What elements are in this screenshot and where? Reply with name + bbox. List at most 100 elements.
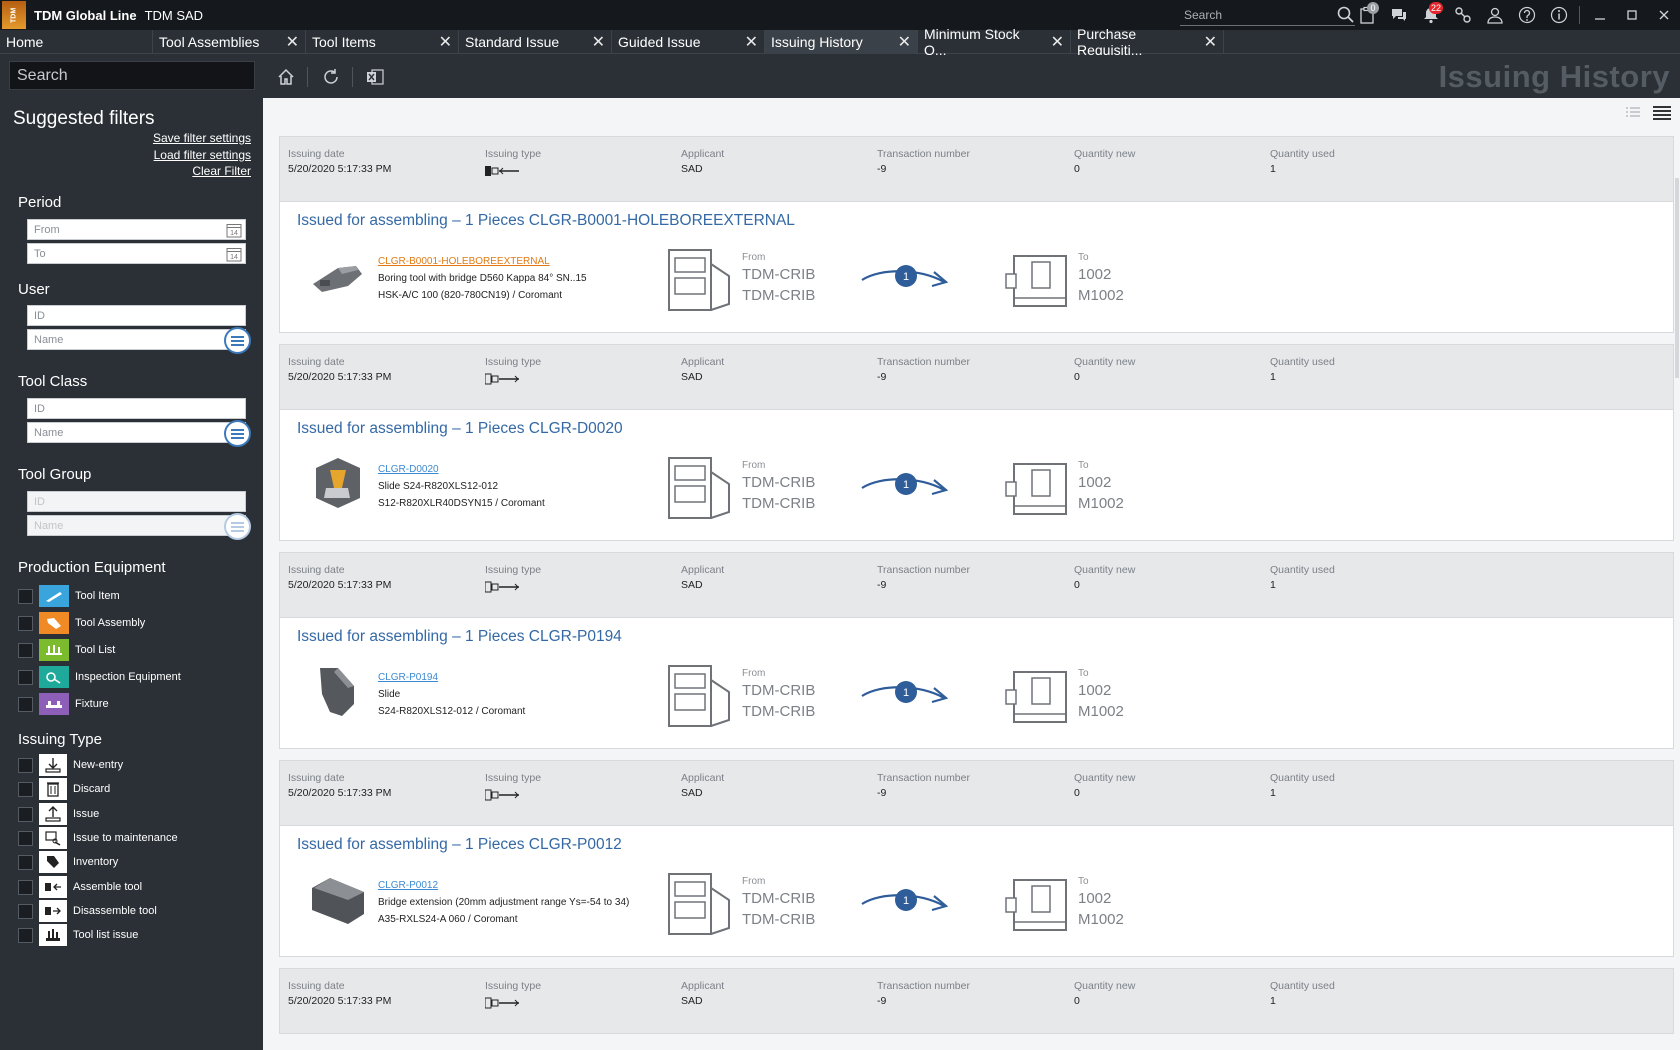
filter-issue-maintenance[interactable]: Issue to maintenance: [18, 827, 178, 849]
tool-id-link[interactable]: CLGR-P0194: [378, 672, 438, 683]
user-id-input[interactable]: [28, 306, 245, 325]
checkbox[interactable]: [18, 615, 33, 631]
checkbox[interactable]: [18, 854, 33, 870]
user-icon[interactable]: [1479, 0, 1511, 30]
maximize-icon[interactable]: [1616, 0, 1648, 30]
history-record[interactable]: Issuing date 5/20/2020 5:17:33 PM Issuing…: [279, 344, 1674, 541]
history-record[interactable]: Issuing date 5/20/2020 5:17:33 PM Issuing…: [279, 760, 1674, 957]
period-to-input[interactable]: [28, 244, 245, 263]
close-tab-icon[interactable]: ✕: [439, 32, 452, 52]
filter-fixture[interactable]: Fixture: [18, 693, 109, 715]
period-from-field[interactable]: 14: [27, 219, 246, 240]
filter-tool-item[interactable]: Tool Item: [18, 585, 120, 607]
clear-filter-link[interactable]: Clear Filter: [192, 164, 251, 178]
module-search-input[interactable]: [10, 62, 254, 89]
info-icon[interactable]: [1543, 0, 1575, 30]
period-to-field[interactable]: 14: [27, 243, 246, 264]
tab-purchase-requisition[interactable]: Purchase Requisiti... ✕: [1071, 26, 1224, 58]
filter-discard[interactable]: Discard: [18, 778, 110, 800]
user-name-field[interactable]: [27, 327, 251, 354]
label: Applicant: [681, 980, 725, 992]
scrollbar[interactable]: [1675, 178, 1679, 378]
tool-class-list-button[interactable]: [224, 420, 251, 447]
top-search-box[interactable]: [1180, 4, 1355, 26]
history-record[interactable]: Issuing date 5/20/2020 5:17:33 PM Issuing…: [279, 136, 1674, 333]
filter-tool-list-issue[interactable]: Tool list issue: [18, 924, 138, 946]
checkbox[interactable]: [18, 806, 33, 822]
workflow-icon[interactable]: [1447, 0, 1479, 30]
tab-issuing-history[interactable]: Issuing History ✕: [765, 30, 918, 54]
user-id-field[interactable]: [27, 305, 246, 326]
module-search-box[interactable]: [9, 61, 255, 90]
tool-group-id-field[interactable]: [27, 491, 246, 512]
tool-class-id-field[interactable]: [27, 398, 246, 419]
load-filter-link[interactable]: Load filter settings: [154, 148, 251, 162]
tab-standard-issue[interactable]: Standard Issue ✕: [459, 30, 612, 54]
history-record[interactable]: Issuing date 5/20/2020 5:17:33 PM Issuing…: [279, 968, 1674, 1034]
detail-view-icon[interactable]: [1652, 103, 1672, 121]
close-tab-icon[interactable]: ✕: [1051, 32, 1064, 52]
home-icon[interactable]: [273, 64, 299, 90]
checkbox[interactable]: [18, 830, 33, 846]
checkbox[interactable]: [18, 642, 33, 658]
refresh-icon[interactable]: [318, 64, 344, 90]
tool-class-name-input[interactable]: [28, 423, 245, 442]
checkbox[interactable]: [18, 903, 33, 919]
tool-group-name-input[interactable]: [28, 516, 245, 535]
close-tab-icon[interactable]: ✕: [592, 32, 605, 52]
user-list-button[interactable]: [224, 327, 251, 354]
filter-tool-assembly[interactable]: Tool Assembly: [18, 612, 145, 634]
checkbox[interactable]: [18, 781, 33, 797]
close-tab-icon[interactable]: ✕: [286, 32, 299, 52]
tab-tool-assemblies[interactable]: Tool Assemblies ✕: [153, 30, 306, 54]
tool-id-link[interactable]: CLGR-P0012: [378, 880, 438, 891]
period-from-input[interactable]: [28, 220, 245, 239]
top-search-input[interactable]: [1180, 7, 1330, 22]
minimize-icon[interactable]: [1584, 0, 1616, 30]
calendar-icon[interactable]: 14: [226, 246, 242, 262]
tab-tool-items[interactable]: Tool Items ✕: [306, 30, 459, 54]
user-name-input[interactable]: [28, 330, 245, 349]
bell-icon[interactable]: 22: [1415, 0, 1447, 30]
tab-home[interactable]: Home: [0, 30, 153, 54]
calendar-icon[interactable]: 14: [226, 222, 242, 238]
filter-disassemble-tool[interactable]: Disassemble tool: [18, 900, 157, 922]
chat-icon[interactable]: [1383, 0, 1415, 30]
filter-assemble-tool[interactable]: Assemble tool: [18, 876, 142, 898]
checkbox[interactable]: [18, 588, 33, 604]
close-tab-icon[interactable]: ✕: [1204, 32, 1217, 52]
tool-group-list-button[interactable]: [224, 513, 251, 540]
clipboard-icon[interactable]: 0: [1351, 0, 1383, 30]
close-tab-icon[interactable]: ✕: [745, 32, 758, 52]
close-icon[interactable]: [1648, 0, 1680, 30]
filter-inspection-equipment[interactable]: Inspection Equipment: [18, 666, 181, 688]
close-tab-icon[interactable]: ✕: [898, 32, 911, 52]
issuing-type-label: Issuing Type: [18, 731, 102, 748]
tool-id-link[interactable]: CLGR-D0020: [378, 464, 439, 475]
checkbox[interactable]: [18, 757, 33, 773]
filter-inventory[interactable]: Inventory: [18, 851, 118, 873]
excel-export-icon[interactable]: [362, 64, 388, 90]
tool-class-name-field[interactable]: [27, 420, 251, 447]
checkbox[interactable]: [18, 669, 33, 685]
checkbox[interactable]: [18, 927, 33, 943]
tab-guided-issue[interactable]: Guided Issue ✕: [612, 30, 765, 54]
tab-minimum-stock[interactable]: Minimum Stock Q... ✕: [918, 26, 1071, 58]
tab-label: Issuing History: [771, 34, 863, 50]
filter-tool-list[interactable]: Tool List: [18, 639, 115, 661]
machine-icon: [1005, 463, 1067, 515]
help-icon[interactable]: [1511, 0, 1543, 30]
disassemble-tool-icon: [484, 789, 519, 801]
tool-id-link[interactable]: CLGR-B0001-HOLEBOREEXTERNAL: [378, 256, 550, 267]
tool-class-id-input[interactable]: [28, 399, 245, 418]
filter-issue[interactable]: Issue: [18, 803, 99, 825]
history-record[interactable]: Issuing date 5/20/2020 5:17:33 PM Issuing…: [279, 552, 1674, 749]
checkbox[interactable]: [18, 696, 33, 712]
transfer-arrow-icon: 1: [861, 265, 949, 288]
tool-group-id-input[interactable]: [28, 492, 245, 511]
save-filter-link[interactable]: Save filter settings: [153, 131, 251, 145]
filter-new-entry[interactable]: New-entry: [18, 754, 123, 776]
list-view-icon[interactable]: [1624, 103, 1642, 121]
tool-group-name-field[interactable]: [27, 513, 251, 540]
checkbox[interactable]: [18, 879, 33, 895]
